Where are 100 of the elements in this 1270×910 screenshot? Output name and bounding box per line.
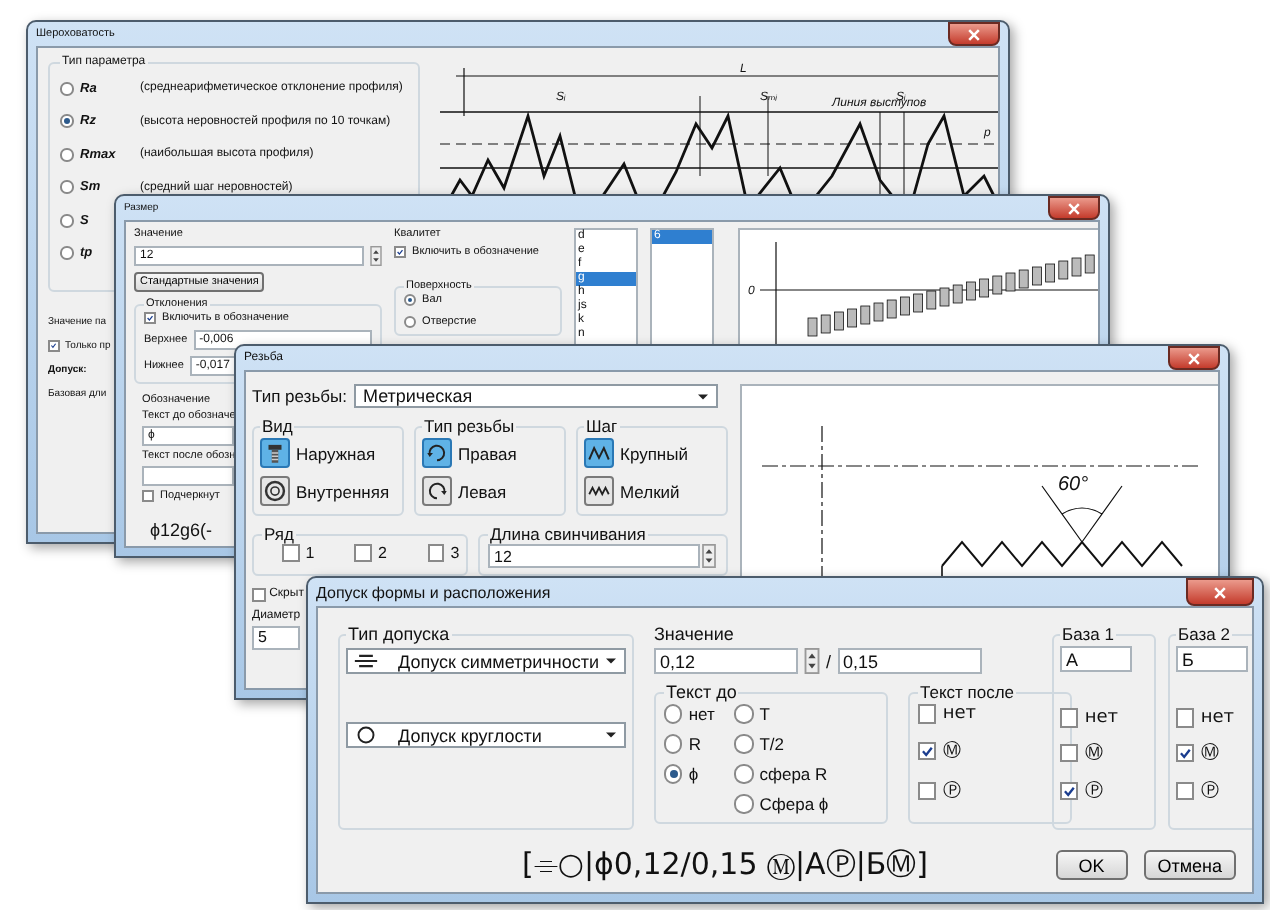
checkbox[interactable] bbox=[252, 588, 266, 602]
radio-button[interactable] bbox=[664, 704, 683, 724]
input-field[interactable]: 5 bbox=[252, 625, 300, 650]
icon-toggle[interactable] bbox=[260, 438, 290, 468]
group-label: Вид bbox=[260, 416, 295, 436]
input-field[interactable]: Б bbox=[1176, 646, 1248, 672]
cancel-button[interactable]: Отмена bbox=[1143, 850, 1236, 880]
group-label: База 1 bbox=[1060, 624, 1116, 644]
icon-toggle[interactable] bbox=[584, 438, 614, 468]
checkbox-label: 2 bbox=[378, 544, 387, 562]
checkbox[interactable] bbox=[282, 544, 300, 562]
checkbox[interactable] bbox=[48, 340, 59, 352]
checkbox[interactable] bbox=[1176, 743, 1195, 763]
radio-label: T/2 bbox=[759, 734, 785, 754]
window-title: Допуск формы и расположения bbox=[316, 584, 551, 602]
checkbox[interactable] bbox=[1060, 743, 1079, 763]
checkbox-label: Ⓟ bbox=[942, 779, 961, 804]
caret-icon bbox=[604, 730, 618, 740]
radio-button[interactable] bbox=[60, 114, 74, 129]
option-label: Левая bbox=[458, 481, 507, 501]
option-label: Наружная bbox=[296, 443, 376, 463]
ok-button[interactable]: OK bbox=[1055, 850, 1128, 880]
close-button[interactable] bbox=[1168, 346, 1220, 370]
radio-button[interactable] bbox=[404, 294, 417, 307]
caret-icon bbox=[604, 656, 618, 666]
checkbox-label: Ⓜ bbox=[1200, 741, 1219, 766]
tolerance-type-select[interactable]: Допуск круглости bbox=[346, 722, 626, 748]
radio-button[interactable] bbox=[60, 81, 74, 96]
radio-button[interactable] bbox=[664, 764, 683, 784]
checkbox[interactable] bbox=[394, 246, 407, 259]
caret-icon bbox=[696, 391, 711, 401]
spinner-icon[interactable] bbox=[702, 544, 716, 568]
thread-type-select[interactable]: Метрическая bbox=[354, 384, 719, 408]
icon-toggle[interactable] bbox=[584, 476, 614, 506]
option-label: Внутренняя bbox=[296, 481, 390, 501]
input-field[interactable]: А bbox=[1060, 646, 1132, 672]
checkbox[interactable] bbox=[142, 490, 155, 503]
field-label: Тип резьбы: bbox=[252, 386, 347, 406]
tolerance-type-select[interactable]: Допуск симметричности bbox=[346, 648, 626, 674]
checkbox-label: Ⓜ bbox=[942, 739, 961, 764]
group-label: Текст до bbox=[664, 682, 739, 702]
close-button[interactable] bbox=[1186, 578, 1254, 606]
checkbox[interactable] bbox=[1060, 708, 1079, 728]
radio-label: T bbox=[759, 704, 770, 724]
input-field[interactable]: 0,12 bbox=[654, 648, 798, 674]
input-field[interactable]: 12 bbox=[488, 544, 700, 568]
right-thread-icon bbox=[424, 440, 450, 466]
icon-toggle[interactable] bbox=[260, 476, 290, 506]
radio-button[interactable] bbox=[60, 147, 74, 162]
close-icon bbox=[1066, 201, 1082, 215]
radio-button[interactable] bbox=[664, 734, 683, 754]
checkbox-label: 3 bbox=[450, 544, 460, 562]
close-button[interactable] bbox=[948, 22, 1000, 46]
radio-button[interactable] bbox=[60, 213, 74, 228]
symmetry-icon bbox=[354, 652, 378, 670]
checkbox-label: нет bbox=[1084, 708, 1119, 728]
close-button[interactable] bbox=[1048, 196, 1100, 220]
checkbox-label: нет bbox=[942, 704, 977, 724]
radio-button[interactable] bbox=[734, 734, 754, 754]
close-icon bbox=[1212, 585, 1228, 599]
checkbox-label: Ⓜ bbox=[1084, 741, 1103, 766]
checkbox[interactable] bbox=[1060, 781, 1079, 801]
option-label: Крупный bbox=[620, 443, 688, 463]
left-thread-icon bbox=[424, 478, 450, 504]
field-label: Значение bbox=[654, 624, 736, 644]
spinner-icon[interactable] bbox=[370, 246, 382, 266]
spinner-icon[interactable] bbox=[804, 648, 820, 674]
radio-button[interactable] bbox=[60, 180, 74, 195]
checkbox[interactable] bbox=[427, 544, 445, 562]
checkbox[interactable] bbox=[918, 741, 937, 761]
radio-button[interactable] bbox=[404, 316, 417, 329]
checkbox[interactable] bbox=[918, 781, 937, 801]
radio-button[interactable] bbox=[734, 764, 754, 784]
icon-toggle[interactable] bbox=[422, 438, 452, 468]
checkbox[interactable] bbox=[1176, 781, 1195, 801]
input-field[interactable]: 0,15 bbox=[837, 648, 982, 674]
close-icon bbox=[1186, 351, 1202, 365]
input-field[interactable] bbox=[142, 466, 234, 487]
separator-label: / bbox=[826, 651, 832, 671]
circle-icon bbox=[354, 726, 378, 744]
internal-thread-icon bbox=[262, 478, 288, 504]
checkbox[interactable] bbox=[354, 544, 373, 562]
radio-label: ϕ bbox=[688, 764, 699, 784]
group-label: Тип допуска bbox=[346, 624, 452, 644]
group-label: Ряд bbox=[262, 524, 296, 544]
checkbox[interactable] bbox=[144, 312, 157, 325]
group-label: Тип резьбы bbox=[422, 416, 517, 436]
checkbox-label: Ⓟ bbox=[1084, 779, 1103, 804]
group-label: Текст после bbox=[918, 682, 1017, 702]
radio-button[interactable] bbox=[734, 794, 754, 814]
radio-label: нет bbox=[688, 704, 715, 724]
close-icon bbox=[966, 27, 982, 41]
icon-toggle[interactable] bbox=[422, 476, 452, 506]
radio-button[interactable] bbox=[734, 704, 754, 724]
option-label: Правая bbox=[458, 443, 517, 463]
group-label: Шаг bbox=[584, 416, 620, 436]
checkbox[interactable] bbox=[918, 704, 937, 724]
checkbox[interactable] bbox=[1176, 708, 1195, 728]
radio-button[interactable] bbox=[60, 246, 74, 261]
group-label: Длина свинчивания bbox=[488, 524, 648, 544]
